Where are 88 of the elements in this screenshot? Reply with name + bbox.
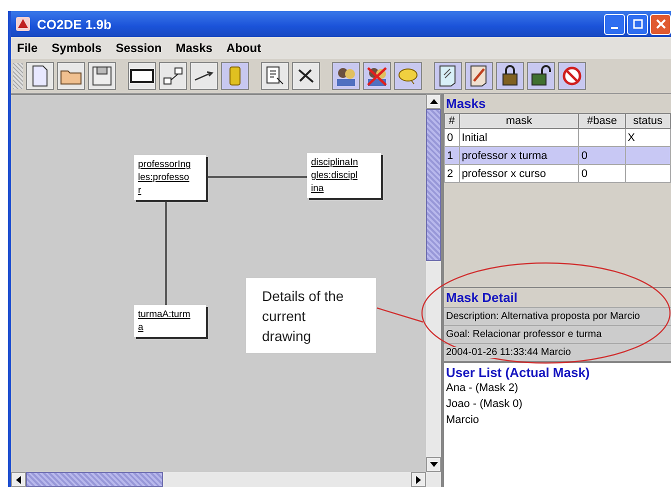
user-item[interactable]: Marcio: [444, 412, 671, 428]
callout-note: Details of the current drawing: [246, 278, 376, 353]
leader-line: [376, 307, 424, 323]
users-icon: [334, 65, 358, 87]
open-folder-button[interactable]: [57, 62, 85, 90]
node-label: gles:discipl: [311, 169, 358, 182]
forbidden-icon: [562, 66, 582, 86]
object-node[interactable]: turmaA:turm a: [134, 305, 206, 337]
table-cell: professor x turma: [462, 150, 548, 162]
column-header[interactable]: #: [444, 114, 460, 128]
maximize-button[interactable]: [627, 14, 648, 34]
users-button[interactable]: [332, 62, 360, 90]
up-arrow-icon: [430, 99, 438, 104]
rectangle-icon: [130, 68, 154, 84]
scroll-thumb[interactable]: [426, 109, 441, 261]
menu-item[interactable]: Masks: [176, 41, 212, 55]
pen-document-icon: [469, 65, 489, 87]
user-item[interactable]: Joao - (Mask 0): [444, 396, 671, 412]
connector-icon: [163, 66, 183, 86]
forbidden-button[interactable]: [558, 62, 586, 90]
diagram-canvas[interactable]: professorIng les:professo r disciplinaIn gles:discipl ina turmaA:turm a Details of the current drawing: [11, 94, 426, 472]
scroll-left-button[interactable]: [11, 472, 26, 487]
scroll-thumb[interactable]: [26, 472, 163, 487]
window-title: CO2DE 1.9b: [37, 16, 112, 32]
unlock-icon: [530, 65, 552, 87]
edit-document-icon: [438, 65, 458, 87]
scroll-up-button[interactable]: [426, 94, 441, 109]
toolbar-grip[interactable]: [13, 63, 23, 89]
table-cell: X: [628, 132, 635, 144]
close-icon: [656, 19, 666, 29]
rectangle-tool-button[interactable]: [128, 62, 156, 90]
cross-icon: [296, 67, 316, 85]
left-arrow-icon: [16, 476, 21, 484]
edit-document-button[interactable]: [434, 62, 462, 90]
object-node[interactable]: disciplinaIn gles:discipl ina: [307, 153, 381, 198]
table-cell: 0: [581, 168, 588, 180]
select-document-button[interactable]: [261, 62, 289, 90]
right-arrow-icon: [416, 476, 421, 484]
close-button[interactable]: [650, 14, 671, 34]
new-document-button[interactable]: [26, 62, 54, 90]
menu-item[interactable]: About: [226, 41, 262, 55]
maximize-icon: [632, 19, 642, 29]
column-header[interactable]: status: [625, 114, 670, 128]
object-node[interactable]: professorIng les:professo r: [134, 155, 206, 200]
save-button[interactable]: [88, 62, 116, 90]
table-cell: professor x curso: [462, 168, 546, 180]
table-cell: Initial: [462, 132, 488, 144]
minimize-button[interactable]: [604, 14, 625, 34]
clip-icon: [228, 66, 242, 86]
unlock-button[interactable]: [527, 62, 555, 90]
lock-button[interactable]: [496, 62, 524, 90]
node-label: ina: [311, 182, 325, 195]
scroll-down-button[interactable]: [426, 457, 441, 472]
minimize-icon: [611, 27, 618, 29]
remove-users-icon: [365, 65, 389, 87]
save-icon: [92, 66, 112, 86]
down-arrow-icon: [430, 462, 438, 467]
panel-title: User List (Actual Mask): [445, 364, 591, 380]
connector-tool-button[interactable]: [159, 62, 187, 90]
remove-users-button[interactable]: [363, 62, 391, 90]
menu-item[interactable]: Session: [116, 41, 162, 55]
delete-button[interactable]: [292, 62, 320, 90]
user-item[interactable]: Ana - (Mask 2): [444, 380, 671, 396]
app-icon: [15, 16, 31, 32]
menu-item[interactable]: Symbols: [52, 41, 102, 55]
menu-item[interactable]: File: [17, 41, 38, 55]
speech-bubble-icon: [397, 67, 419, 85]
node-label: a: [138, 321, 144, 334]
node-label: professorIng: [138, 158, 192, 171]
document-icon: [30, 65, 50, 87]
chat-button[interactable]: [394, 62, 422, 90]
column-header[interactable]: #base: [578, 114, 626, 128]
node-label: turmaA:turm: [138, 308, 192, 321]
table-cell: 2: [447, 168, 454, 180]
clip-tool-button[interactable]: [221, 62, 249, 90]
table-cell: 1: [447, 150, 454, 162]
panel-title: Masks: [445, 95, 487, 113]
document-pointer-icon: [265, 66, 285, 86]
sign-document-button[interactable]: [465, 62, 493, 90]
column-header[interactable]: mask: [459, 114, 579, 128]
node-label: r: [138, 184, 142, 197]
arrow-tool-button[interactable]: [190, 62, 218, 90]
scroll-right-button[interactable]: [411, 472, 426, 487]
node-label: les:professo: [138, 171, 190, 184]
table-cell: 0: [447, 132, 454, 144]
node-label: disciplinaIn: [311, 156, 359, 169]
table-cell: 0: [581, 150, 588, 162]
lock-icon: [500, 65, 520, 87]
